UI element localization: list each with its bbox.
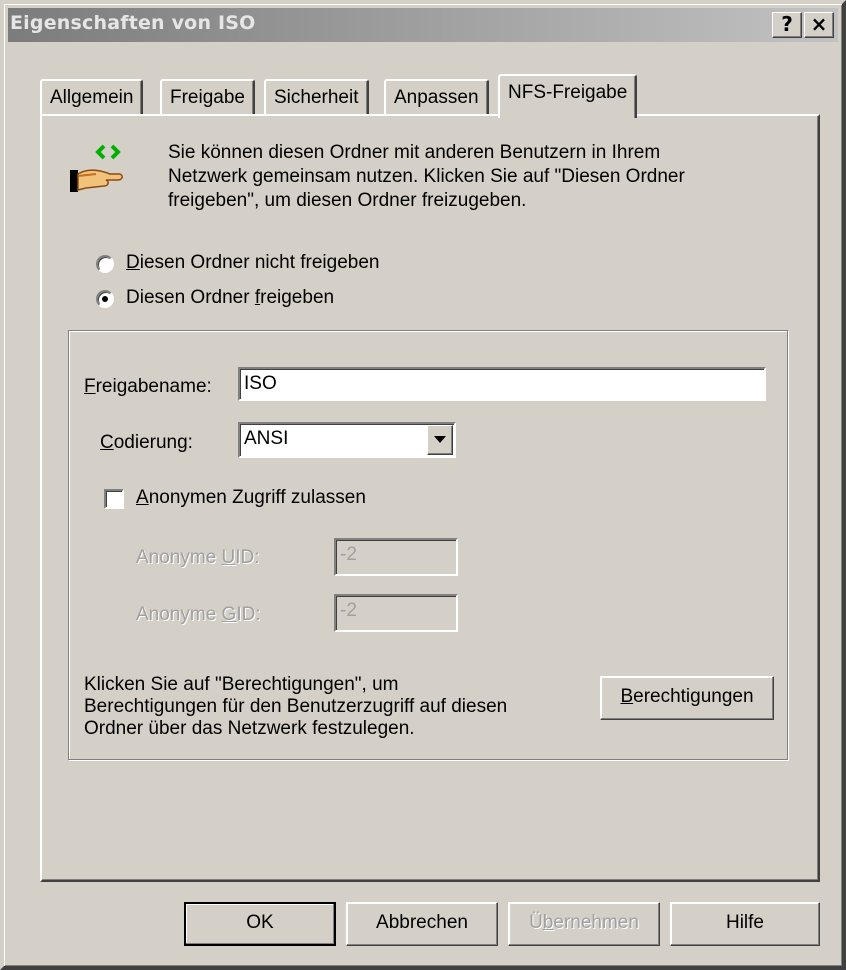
tab-label: Allgemein: [50, 87, 134, 108]
share-name-input[interactable]: ISO: [238, 367, 766, 401]
encoding-dropdown[interactable]: ANSI: [238, 422, 456, 458]
cancel-button[interactable]: Abbrechen: [346, 902, 498, 946]
share-name-label: Freigabename:: [84, 376, 212, 397]
anonymous-gid-value: -2: [340, 600, 357, 621]
tab-label: Anpassen: [394, 87, 479, 108]
chevron-down-icon: [434, 436, 446, 443]
permissions-button[interactable]: Berechtigungen: [600, 676, 774, 720]
tab-anpassen[interactable]: Anpassen: [384, 79, 489, 117]
radio-selected-dot: [102, 296, 108, 302]
question-icon: ?: [781, 12, 793, 36]
radio-button[interactable]: [96, 290, 114, 308]
apply-button[interactable]: Übernehmen: [508, 902, 660, 946]
radio-share-label: Diesen Ordner freigeben: [126, 287, 335, 308]
intro-text: Sie können diesen Ordner mit anderen Ben…: [168, 141, 685, 213]
permissions-text: Klicken Sie auf "Berechtigungen", um Ber…: [84, 674, 507, 740]
window-title: Eigenschaften von ISO: [10, 12, 256, 34]
encoding-label: Codierung:: [100, 432, 193, 453]
share-name-value: ISO: [244, 373, 277, 394]
close-icon: ×: [810, 12, 828, 36]
anonymous-uid-input[interactable]: -2: [334, 538, 458, 576]
intro-line: Sie können diesen Ordner mit anderen Ben…: [168, 142, 661, 163]
anonymous-gid-input[interactable]: -2: [334, 594, 458, 632]
dropdown-button[interactable]: [427, 425, 453, 455]
anonymous-uid-label: Anonyme UID:: [136, 547, 260, 568]
tab-label: Freigabe: [170, 87, 245, 108]
permissions-line: Klicken Sie auf "Berechtigungen", um: [84, 674, 399, 695]
radio-share[interactable]: Diesen Ordner freigeben: [96, 287, 436, 313]
radio-no-share-label: Diesen Ordner nicht freigeben: [126, 252, 380, 273]
help-button[interactable]: ?: [772, 12, 802, 38]
tab-sicherheit[interactable]: Sicherheit: [264, 79, 369, 117]
anonymous-access-label: Anonymen Zugriff zulassen: [136, 487, 366, 508]
tab-label: NFS-Freigabe: [508, 82, 628, 103]
intro-line: freigeben", um diesen Ordner freizugeben…: [168, 190, 527, 211]
permissions-line: Ordner über das Netzwerk festzulegen.: [84, 718, 415, 739]
anonymous-access-checkbox[interactable]: Anonymen Zugriff zulassen: [104, 486, 424, 512]
intro-line: Netzwerk gemeinsam nutzen. Klicken Sie a…: [168, 166, 685, 187]
anonymous-gid-label: Anonyme GID:: [136, 604, 261, 625]
permissions-line: Berechtigungen für den Benutzerzugriff a…: [84, 696, 508, 717]
tab-label: Sicherheit: [274, 87, 359, 108]
share-hand-icon: [70, 144, 123, 192]
checkbox-box[interactable]: [104, 489, 124, 509]
title-bar[interactable]: Eigenschaften von ISO ? ×: [8, 8, 838, 42]
properties-dialog: Eigenschaften von ISO ? × Allgemein Frei…: [0, 0, 846, 970]
radio-button[interactable]: [96, 255, 114, 273]
close-button[interactable]: ×: [804, 12, 834, 38]
anonymous-uid-value: -2: [340, 544, 357, 565]
radio-no-share[interactable]: Diesen Ordner nicht freigeben: [96, 252, 436, 278]
tab-nfs-freigabe[interactable]: NFS-Freigabe: [498, 74, 638, 118]
help-dialog-button[interactable]: Hilfe: [670, 902, 820, 946]
tab-freigabe[interactable]: Freigabe: [160, 79, 255, 117]
ok-button[interactable]: OK: [184, 902, 336, 946]
tab-allgemein[interactable]: Allgemein: [40, 79, 144, 117]
encoding-value: ANSI: [244, 428, 289, 449]
